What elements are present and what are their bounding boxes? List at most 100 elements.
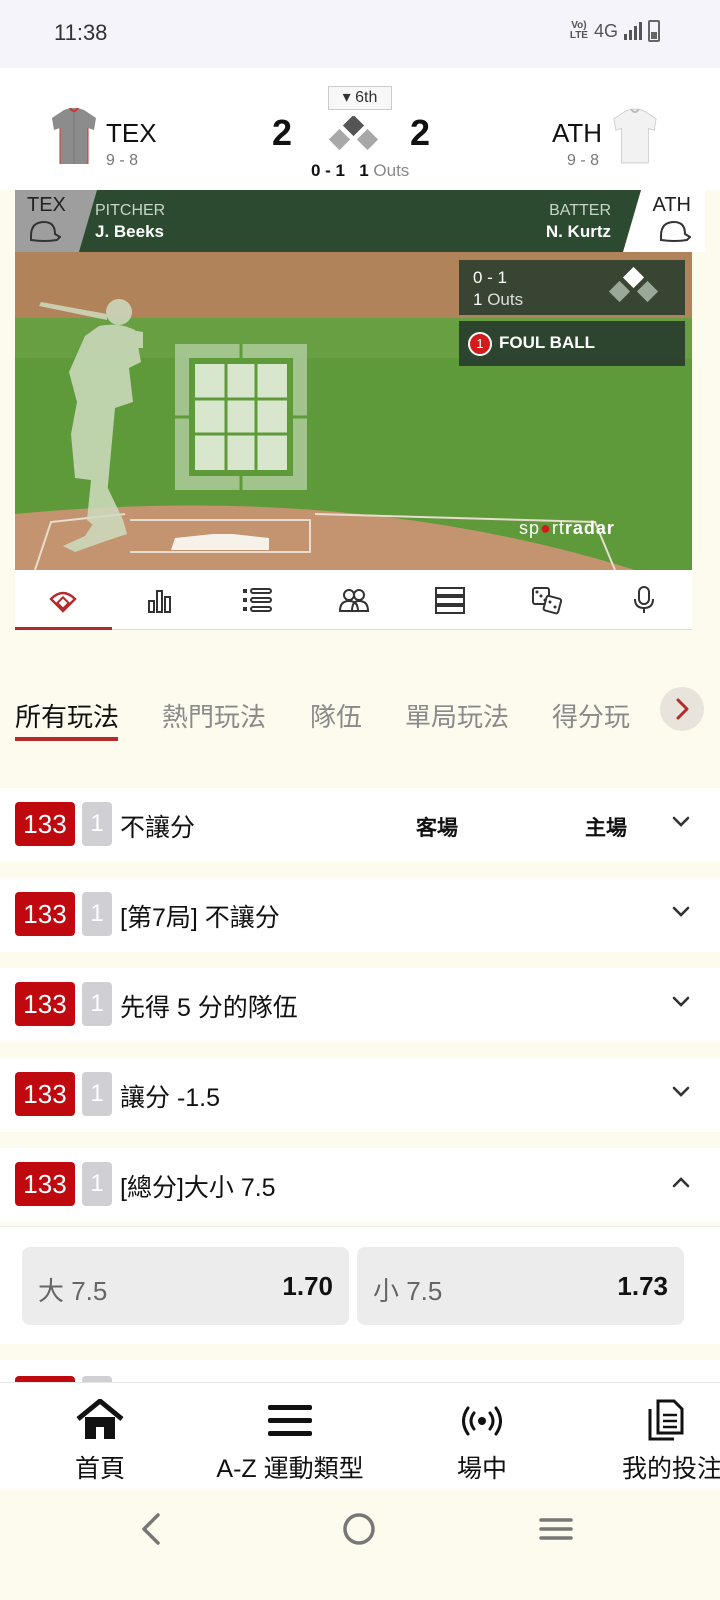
overlay-bases-icon (608, 267, 659, 303)
chevron-down-icon (672, 816, 690, 827)
inning-selector[interactable]: ▾ 6th (328, 86, 392, 110)
nav-home[interactable]: 首頁 (50, 1383, 150, 1491)
batter-name: N. Kurtz (545, 222, 611, 241)
clock: 11:38 (54, 20, 108, 45)
overlay-count: 0 - 1 (473, 268, 508, 287)
active-tab-indicator (15, 737, 118, 741)
bottom-navigation: 首頁 A-Z 運動類型 場中 我的投注 (0, 1382, 720, 1490)
nav-live-label: 場中 (456, 1455, 508, 1483)
event-number-badge: 1 (468, 332, 492, 356)
bets-icon (648, 1399, 684, 1441)
chevron-down-icon (672, 996, 690, 1007)
matchup-bar: TEX PITCHER J. Beeks BATTER N. Kurtz ATH (15, 190, 705, 252)
market-title: 讓分 -1.5 (120, 1084, 221, 1112)
away-team-record: 9 - 8 (106, 152, 139, 169)
nav-home-label: 首頁 (74, 1455, 126, 1483)
market-row[interactable]: 133 1 讓分 -1.5 (0, 1058, 720, 1132)
back-icon[interactable] (136, 1510, 166, 1548)
away-jersey-icon (52, 108, 96, 164)
tab-scoring[interactable]: 得分玩 (552, 697, 630, 734)
live-field-visualization: 0 - 1 1 Outs 1 FOUL BALL sp●rtradar (15, 252, 692, 570)
recents-menu-icon[interactable] (538, 1510, 574, 1548)
odds-value: 1.70 (282, 1271, 333, 1301)
outs-label: Outs (373, 161, 410, 180)
home-team-code: ATH (552, 118, 603, 148)
batter-team: ATH (652, 194, 691, 216)
batter-label: BATTER (549, 202, 611, 219)
nav-my-bets[interactable]: 我的投注 (610, 1383, 720, 1491)
tab-innings[interactable]: 單局玩法 (405, 697, 509, 734)
nav-sports-az-label: A-Z 運動類型 (216, 1455, 364, 1483)
home-score: 2 (410, 112, 431, 153)
tab-stats[interactable] (112, 570, 209, 629)
scoreboard: ▾ 6th TEX 9 - 8 2 2 0 - 1 1 Outs ATH 9 -… (0, 68, 720, 190)
pitcher-name: J. Beeks (95, 222, 164, 241)
market-count-badge: 133 (15, 892, 75, 936)
outs-number: 1 (359, 161, 369, 180)
market-tabs: 所有玩法 熱門玩法 隊伍 單局玩法 得分玩 (0, 645, 720, 785)
chevron-right-icon (676, 698, 689, 720)
odds-button-over[interactable]: 大 7.5 1.70 (22, 1247, 349, 1325)
tabs-next-button[interactable] (660, 687, 704, 731)
caret-down-icon: ▾ (342, 89, 351, 106)
pitcher-label: PITCHER (95, 202, 166, 219)
chevron-down-icon (672, 906, 690, 917)
battery-icon (648, 20, 660, 42)
tab-popular[interactable]: 熱門玩法 (162, 697, 266, 734)
market-row-expanded[interactable]: 133 1 [總分]大小 7.5 (0, 1148, 720, 1222)
odds-label: 小 7.5 (373, 1276, 443, 1306)
tab-all-markets[interactable]: 所有玩法 (15, 697, 119, 734)
stats-icon (148, 589, 172, 613)
inning-label: 6th (355, 89, 378, 106)
market-row[interactable]: 133 1 不讓分 客場 主場 (0, 788, 720, 862)
market-row[interactable]: 133 1 [第7局] 不讓分 (0, 878, 720, 952)
row-separator (0, 952, 720, 968)
ball-strike-count: 0 - 1 (311, 161, 346, 180)
row-separator (0, 1042, 720, 1058)
chevron-up-icon (672, 1177, 690, 1188)
odds-panel: 大 7.5 1.70 小 7.5 1.73 (0, 1226, 720, 1344)
odds-dice-icon (531, 586, 563, 614)
menu-icon (268, 1405, 312, 1436)
overlay-outs-number: 1 (473, 290, 483, 309)
nav-sports-az[interactable]: A-Z 運動類型 (210, 1383, 370, 1491)
count-overlay: 0 - 1 1 Outs (459, 260, 685, 315)
bases-diamond-icon (328, 116, 379, 151)
pitcher-team: TEX (27, 194, 66, 216)
nav-live[interactable]: 場中 (432, 1383, 532, 1491)
away-score: 2 (272, 112, 293, 153)
volte-icon: Vo) LTE (569, 20, 588, 41)
field-icon (49, 591, 78, 613)
tab-standings[interactable] (402, 570, 499, 629)
nav-my-bets-label: 我的投注 (622, 1455, 720, 1483)
home-jersey-icon (613, 108, 657, 164)
tab-play-by-play[interactable] (208, 570, 305, 629)
market-sub-badge: 1 (82, 982, 112, 1026)
tab-lineup[interactable] (305, 570, 402, 629)
market-count-badge: 133 (15, 802, 75, 846)
play-by-play-icon (242, 587, 272, 612)
home-icon (76, 1399, 124, 1439)
market-title: 先得 5 分的隊伍 (120, 994, 298, 1022)
standings-icon (435, 586, 466, 614)
tab-field[interactable] (15, 570, 112, 630)
tab-teams[interactable]: 隊伍 (310, 697, 362, 734)
market-count-badge: 133 (15, 1072, 75, 1116)
overlay-outs: 1 Outs (473, 290, 523, 310)
row-separator (0, 1132, 720, 1148)
commentary-mic-icon (633, 585, 654, 613)
odds-label: 大 7.5 (38, 1276, 108, 1306)
event-text: FOUL BALL (499, 333, 596, 352)
tab-odds[interactable] (499, 570, 596, 629)
system-indicators: Vo) LTE 4G (570, 20, 660, 42)
market-sub-badge: 1 (82, 892, 112, 936)
market-title: [總分]大小 7.5 (120, 1174, 276, 1202)
market-title: [第7局] 不讓分 (120, 904, 280, 932)
tab-commentary[interactable] (595, 570, 692, 629)
home-circle-icon[interactable] (340, 1510, 378, 1548)
away-team-code: TEX (106, 118, 157, 148)
odds-button-under[interactable]: 小 7.5 1.73 (357, 1247, 684, 1325)
tab-scoring-clip: 得分玩 (540, 685, 642, 745)
market-row[interactable]: 133 1 先得 5 分的隊伍 (0, 968, 720, 1042)
market-title: 不讓分 (120, 814, 196, 842)
